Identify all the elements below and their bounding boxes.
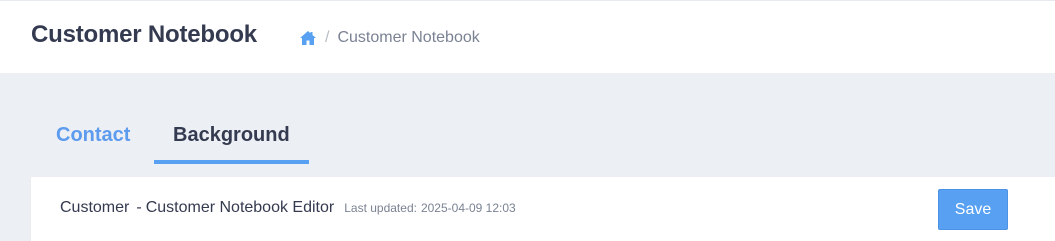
breadcrumb-separator: /	[325, 29, 330, 46]
editor-panel: Customer - Customer Notebook Editor Last…	[31, 177, 1055, 241]
tab-contact[interactable]: Contact	[31, 110, 154, 164]
page-title: Customer Notebook	[31, 21, 257, 48]
panel-heading: Customer - Customer Notebook Editor Last…	[60, 199, 516, 217]
entity-label: Customer	[60, 199, 130, 216]
page-header: Customer Notebook / Customer Notebook	[0, 0, 1055, 73]
tab-background[interactable]: Background	[154, 110, 309, 164]
breadcrumb: / Customer Notebook	[299, 28, 480, 48]
app-root: Customer Notebook / Customer Notebook Co…	[0, 0, 1055, 241]
save-button[interactable]: Save	[938, 189, 1008, 230]
heading-dash: -	[136, 199, 142, 216]
last-updated-label: Last updated:	[344, 201, 417, 215]
last-updated-value: 2025-04-09 12:03	[420, 201, 516, 215]
home-icon[interactable]	[299, 30, 317, 46]
editor-title: Customer Notebook Editor	[145, 199, 335, 216]
breadcrumb-current: Customer Notebook	[337, 29, 480, 46]
last-updated: Last updated: 2025-04-09 12:03	[344, 201, 515, 215]
tab-bar: Contact Background	[31, 110, 309, 164]
